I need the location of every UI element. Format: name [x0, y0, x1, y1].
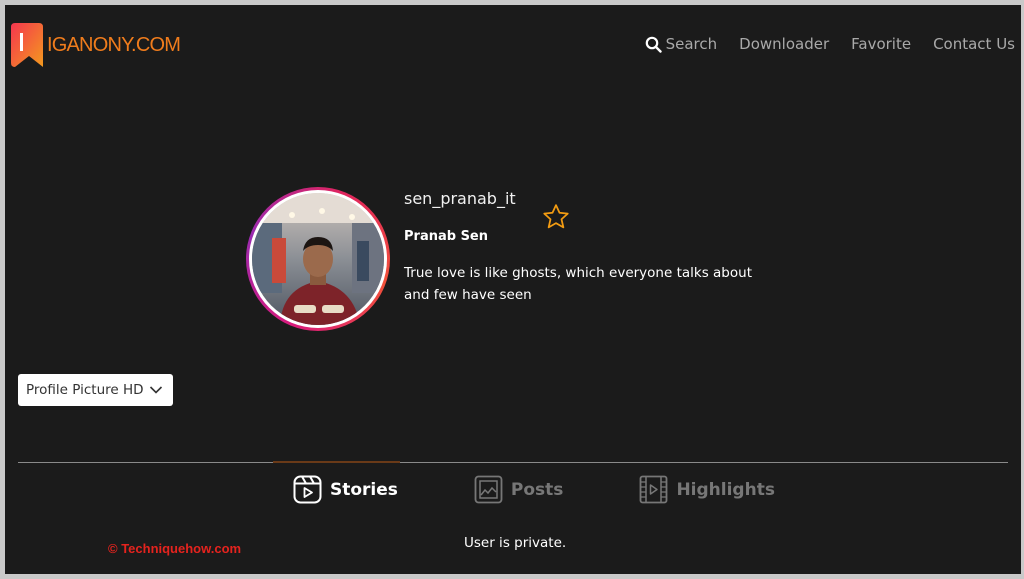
- tab-posts-label: Posts: [510, 479, 564, 500]
- bookmark-icon: [11, 23, 43, 67]
- nav-downloader[interactable]: Downloader: [739, 35, 829, 53]
- tab-stories[interactable]: Stories: [293, 475, 398, 504]
- logo[interactable]: IGANONY.COM: [11, 23, 181, 67]
- tab-highlights[interactable]: Highlights: [639, 475, 775, 504]
- nav-favorite[interactable]: Favorite: [851, 35, 911, 53]
- tab-posts[interactable]: Posts: [474, 475, 564, 504]
- watermark: © Techniquehow.com: [108, 541, 242, 556]
- profile-bio: True love is like ghosts, which everyone…: [404, 265, 752, 303]
- search-icon: [645, 36, 662, 53]
- profile-avatar[interactable]: [246, 187, 390, 331]
- reels-icon: [293, 475, 322, 504]
- avatar-photo: [252, 193, 384, 325]
- page-frame: IGANONY.COM Search Downloader Favorite C…: [5, 5, 1021, 574]
- profile-full-name: Pranab Sen: [404, 229, 489, 244]
- nav-search-label: Search: [665, 35, 718, 53]
- profile-picture-dropdown[interactable]: Profile Picture HD: [18, 374, 173, 406]
- image-icon: [474, 475, 503, 504]
- active-tab-indicator: [273, 461, 400, 463]
- tab-highlights-label: Highlights: [676, 479, 775, 500]
- avatar-border: [249, 190, 387, 328]
- star-icon[interactable]: [541, 202, 571, 232]
- nav-contact-us[interactable]: Contact Us: [933, 35, 1015, 53]
- dropdown-selected-label: Profile Picture HD: [26, 382, 144, 398]
- film-icon: [640, 475, 668, 504]
- tab-bar: Stories Posts Highlights: [293, 475, 775, 504]
- nav-search[interactable]: Search: [645, 35, 718, 53]
- main-nav: Search Downloader Favorite Contact Us: [645, 35, 1015, 53]
- tabs-divider: [18, 462, 1008, 463]
- chevron-down-icon: [149, 386, 162, 394]
- logo-text: IGANONY.COM: [47, 33, 181, 56]
- profile-username: sen_pranab_it: [404, 189, 516, 208]
- private-account-message: User is private.: [464, 535, 567, 551]
- tab-stories-label: Stories: [330, 479, 398, 500]
